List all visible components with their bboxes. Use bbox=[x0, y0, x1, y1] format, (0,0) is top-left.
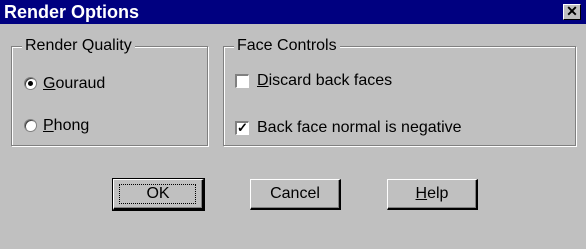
close-button[interactable]: ✕ bbox=[563, 4, 581, 20]
radio-gouraud-label[interactable]: Gouraud bbox=[43, 75, 105, 93]
radio-gouraud[interactable] bbox=[24, 77, 37, 90]
face-controls-label: Face Controls bbox=[234, 37, 340, 55]
check-icon: ✓ bbox=[237, 120, 248, 135]
window-title: Render Options bbox=[4, 2, 140, 22]
checkbox-back-face-normal-negative[interactable]: ✓ bbox=[235, 121, 249, 135]
focus-rect bbox=[119, 184, 196, 204]
checkbox-discard-back-faces-label[interactable]: Discard back faces bbox=[257, 72, 392, 90]
help-button[interactable]: Help bbox=[387, 179, 478, 210]
cancel-button[interactable]: Cancel bbox=[250, 179, 341, 210]
radio-phong-label[interactable]: Phong bbox=[43, 117, 89, 135]
radio-selected-dot bbox=[28, 81, 33, 86]
render-options-dialog: Render Options ✕ Render Quality Gouraud … bbox=[0, 0, 586, 249]
checkbox-back-face-normal-negative-label[interactable]: Back face normal is negative bbox=[257, 119, 462, 137]
close-icon: ✕ bbox=[566, 3, 578, 19]
radio-phong[interactable] bbox=[24, 119, 37, 132]
render-quality-group: Render Quality bbox=[11, 37, 208, 146]
title-bar: Render Options ✕ bbox=[0, 0, 586, 24]
ok-button[interactable]: OK bbox=[112, 178, 205, 211]
cancel-button-label: Cancel bbox=[270, 185, 320, 202]
render-quality-label: Render Quality bbox=[22, 37, 135, 55]
help-button-label: Help bbox=[415, 185, 449, 202]
checkbox-discard-back-faces[interactable] bbox=[235, 74, 249, 88]
